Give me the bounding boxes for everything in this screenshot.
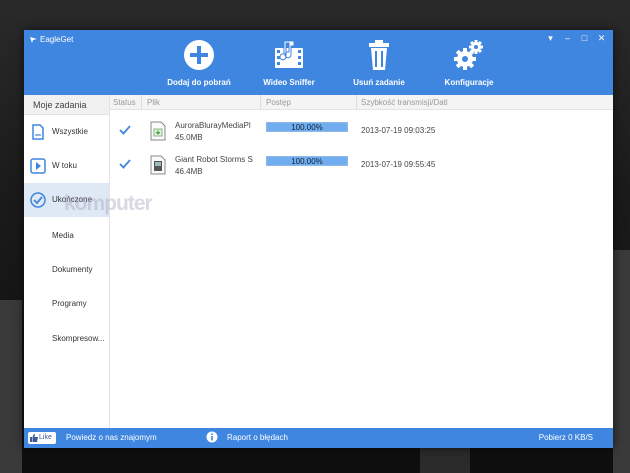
column-header-progress[interactable]: Postęp — [266, 98, 291, 107]
gears-icon — [454, 40, 483, 70]
progress-text: 100.00% — [291, 123, 323, 132]
completed-date: 2013-07-19 09:03:25 — [361, 126, 436, 135]
delete-task-label: Usuń zadanie — [353, 78, 405, 87]
file-size: 46.4MB — [175, 167, 203, 176]
file-name: Giant Robot Storms S — [175, 155, 253, 164]
document-icon — [32, 124, 44, 140]
sidebar-item-all[interactable]: Wszystkie — [24, 115, 109, 149]
completed-date: 2013-07-19 09:55:45 — [361, 160, 436, 169]
file-size: 45.0MB — [175, 133, 203, 142]
sidebar-item-label: W toku — [52, 161, 77, 170]
column-divider[interactable] — [141, 95, 142, 110]
settings-label: Konfiguracje — [444, 78, 494, 87]
add-download-label: Dodaj do pobrań — [167, 78, 231, 87]
thumbs-up-icon — [30, 434, 38, 442]
download-list: Status Plik Postęp Szybkość transmisji/D… — [110, 95, 613, 428]
close-button[interactable]: ✕ — [596, 33, 607, 44]
info-icon — [206, 431, 218, 443]
minimize-button[interactable]: – — [562, 33, 573, 44]
maximize-button[interactable]: □ — [579, 33, 590, 44]
sidebar-category-programs[interactable]: Programy — [52, 299, 87, 308]
sidebar-category-media[interactable]: Media — [52, 231, 74, 240]
sidebar-category-documents[interactable]: Dokumenty — [52, 265, 92, 274]
video-file-icon — [150, 155, 166, 175]
column-header-file[interactable]: Plik — [147, 98, 160, 107]
sidebar-header: Moje zadania — [24, 95, 109, 115]
add-download-button[interactable]: Dodaj do pobrań — [154, 38, 244, 92]
toolbar: Dodaj do pobrań Wideo Sniffer Usuń zadan… — [154, 38, 514, 92]
delete-task-button[interactable]: Usuń zadanie — [334, 38, 424, 92]
video-sniffer-label: Wideo Sniffer — [263, 78, 315, 87]
installer-file-icon — [150, 121, 166, 141]
check-icon — [119, 159, 131, 169]
add-icon — [184, 40, 214, 70]
background-building — [420, 448, 470, 473]
progress-text: 100.00% — [291, 157, 323, 166]
column-divider[interactable] — [260, 95, 261, 110]
progress-bar: 100.00% — [266, 122, 348, 132]
column-header-speed-date[interactable]: Szybkość transmisji/Dati — [361, 98, 448, 107]
column-headers: Status Plik Postęp Szybkość transmisji/D… — [110, 95, 613, 110]
sidebar: Moje zadania Wszystkie W toku Ukończone … — [24, 95, 110, 428]
download-speed: Pobierz 0 KB/S — [538, 433, 593, 442]
watermark: komputer — [64, 192, 153, 215]
trash-icon — [369, 40, 389, 70]
window-controls: ▾ – □ ✕ — [545, 33, 607, 44]
eagleget-logo-icon — [30, 37, 37, 43]
table-row[interactable]: Giant Robot Storms S 46.4MB 100.00% 2013… — [110, 152, 613, 186]
app-title: EagleGet — [40, 35, 74, 44]
recommend-link[interactable]: Powiedz o nas znajomym — [66, 433, 157, 442]
sidebar-item-label: Wszystkie — [52, 127, 88, 136]
check-circle-icon — [30, 192, 46, 208]
play-icon — [30, 158, 46, 174]
sidebar-category-compressed[interactable]: Skompresow... — [52, 334, 104, 343]
title-bar: EagleGet ▾ – □ ✕ Dodaj do pobrań Wideo S… — [24, 30, 613, 95]
column-header-status[interactable]: Status — [113, 98, 136, 107]
video-sniffer-icon — [275, 40, 303, 68]
video-sniffer-button[interactable]: Wideo Sniffer — [244, 38, 334, 92]
settings-button[interactable]: Konfiguracje — [424, 38, 514, 92]
status-bar: Like Powiedz o nas znajomym Raport o błę… — [24, 428, 613, 448]
background-building — [0, 300, 22, 473]
file-name: AuroraBlurayMediaPl — [175, 121, 251, 130]
facebook-like-button[interactable]: Like — [28, 432, 56, 444]
check-icon — [119, 125, 131, 135]
bug-report-link[interactable]: Raport o błędach — [227, 433, 288, 442]
column-divider[interactable] — [356, 95, 357, 110]
table-row[interactable]: AuroraBlurayMediaPl 45.0MB 100.00% 2013-… — [110, 118, 613, 152]
progress-bar: 100.00% — [266, 156, 348, 166]
like-label: Like — [39, 434, 52, 441]
sidebar-item-in-progress[interactable]: W toku — [24, 149, 109, 183]
background-building — [613, 250, 630, 473]
app-window: EagleGet ▾ – □ ✕ Dodaj do pobrań Wideo S… — [24, 30, 613, 448]
menu-dropdown-button[interactable]: ▾ — [545, 33, 556, 44]
